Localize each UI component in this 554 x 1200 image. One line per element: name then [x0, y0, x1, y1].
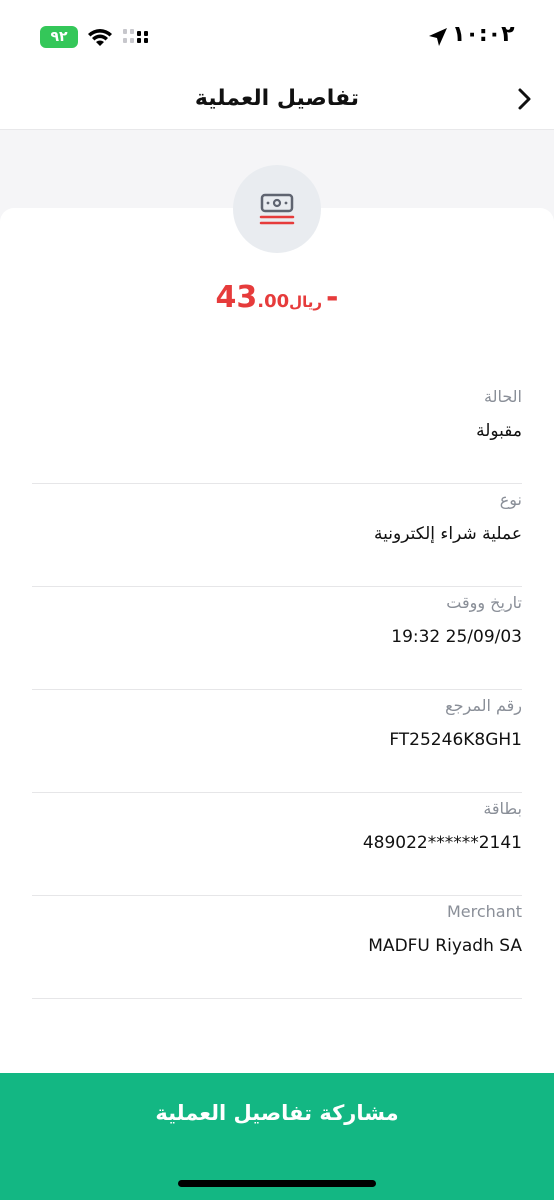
- detail-value: 19:32 25/09/03: [391, 627, 522, 647]
- detail-label: بطاقة: [483, 799, 522, 818]
- detail-row-type: نوع عملية شراء إلكترونية: [32, 484, 522, 587]
- location-arrow-icon: [429, 28, 447, 46]
- battery-icon: ٩٢: [40, 26, 78, 48]
- detail-value: MADFU Riyadh SA: [368, 936, 522, 956]
- detail-row-card: بطاقة 489022******2141: [32, 793, 522, 896]
- detail-value: 489022******2141: [362, 833, 522, 853]
- detail-label: نوع: [499, 490, 522, 509]
- amount-main: 43: [215, 280, 258, 315]
- cash-icon: [259, 193, 295, 225]
- detail-value: عملية شراء إلكترونية: [374, 524, 522, 544]
- detail-label: تاريخ ووقت: [446, 593, 522, 612]
- detail-label: Merchant: [446, 902, 522, 921]
- amount-decimals: .00: [257, 291, 290, 312]
- battery-level: ٩٢: [50, 29, 68, 45]
- transaction-amount: ريال 43.00 -: [0, 280, 554, 315]
- page-title: تفاصيل العملية: [194, 86, 360, 111]
- detail-row-status: الحالة مقبولة: [32, 381, 522, 484]
- back-button[interactable]: [510, 84, 540, 114]
- home-indicator[interactable]: [178, 1180, 376, 1187]
- detail-row-reference: رقم المرجع FT25246K8GH1: [32, 690, 522, 793]
- wifi-icon: [88, 29, 112, 46]
- detail-row-merchant: Merchant MADFU Riyadh SA: [32, 896, 522, 999]
- detail-value[interactable]: FT25246K8GH1: [389, 730, 522, 750]
- share-details-button[interactable]: مشاركة تفاصيل العملية: [0, 1073, 554, 1200]
- detail-label: رقم المرجع: [445, 696, 522, 715]
- detail-row-datetime: تاريخ ووقت 19:32 25/09/03: [32, 587, 522, 690]
- back-chevron-icon: [518, 88, 531, 110]
- clock: ١٠:٠٢: [452, 22, 515, 47]
- detail-value: مقبولة: [476, 421, 522, 441]
- amount-currency: ريال: [289, 293, 323, 311]
- detail-label: الحالة: [484, 387, 522, 406]
- transaction-icon-badge: [233, 165, 321, 253]
- amount-sign: -: [326, 280, 339, 315]
- signal-icon: [123, 29, 148, 43]
- header: تفاصيل العملية: [0, 70, 554, 130]
- share-button-label: مشاركة تفاصيل العملية: [155, 1101, 399, 1125]
- status-bar: ٩٢ ١٠:٠٢: [0, 0, 554, 70]
